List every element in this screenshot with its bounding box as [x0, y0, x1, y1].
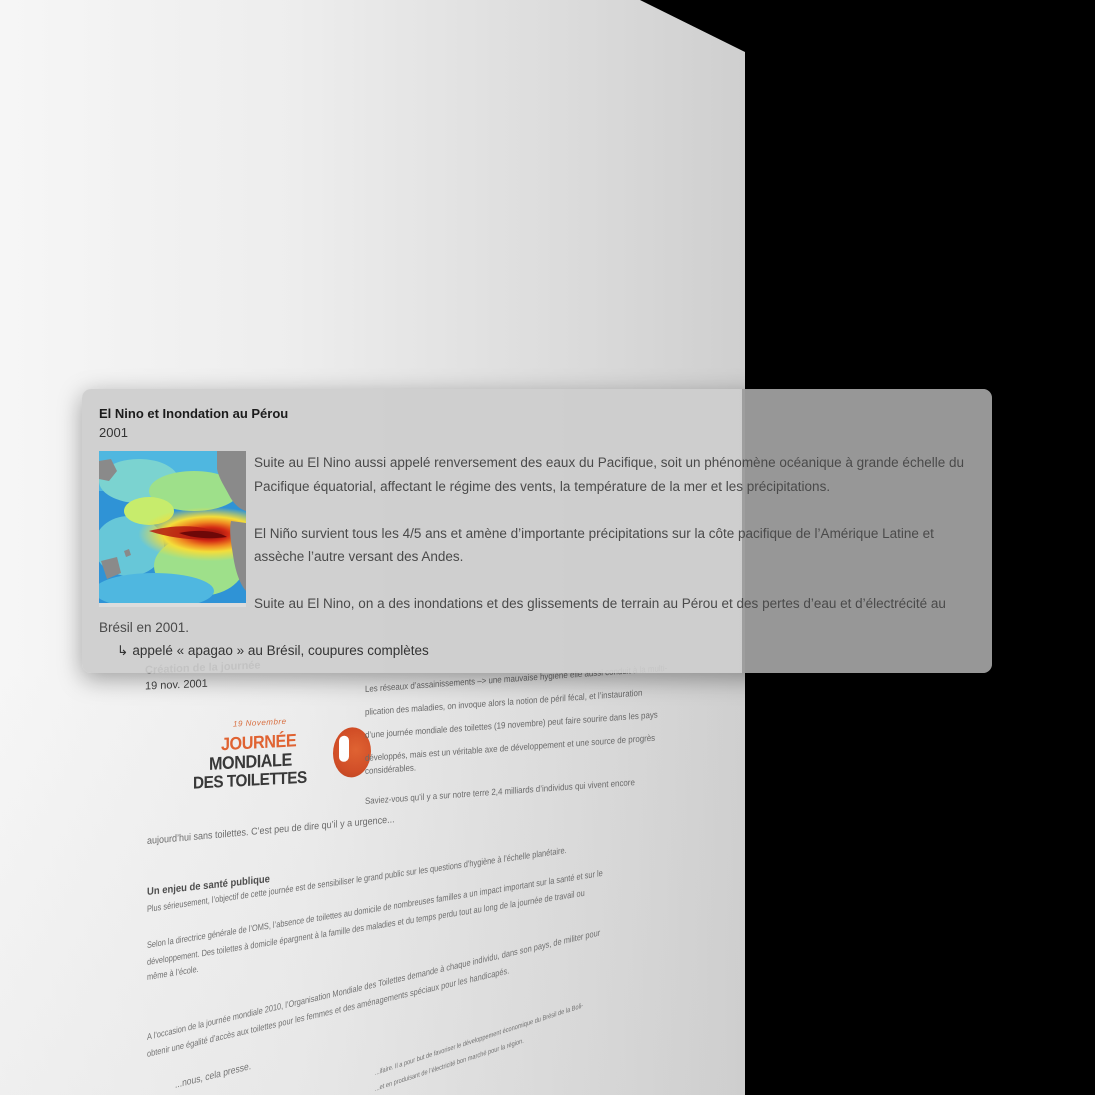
sub-arrow-icon: ↳ — [117, 643, 129, 658]
card-body: Suite au El Nino aussi appelé renverseme… — [99, 451, 975, 639]
card-sub-item: ↳ appelé « apagao » au Brésil, coupures c… — [117, 639, 975, 662]
card-title: El Nino et Inondation au Pérou — [99, 406, 289, 421]
event-info-card[interactable]: El Nino et Inondation au Pérou 2001 Suit… — [82, 389, 992, 673]
toilet-day-logo: 19 Novembre JOURNÉE MONDIALE DES TOILETT… — [193, 714, 371, 811]
logo-date: 19 Novembre — [233, 716, 287, 729]
screen: Création de la journée 19 nov. 2001 19 N… — [0, 0, 1095, 1095]
el-nino-map-image — [99, 451, 246, 607]
card-sub-item-text: appelé « apagao » au Brésil, coupures co… — [132, 643, 429, 658]
card-year: 2001 — [99, 425, 128, 440]
